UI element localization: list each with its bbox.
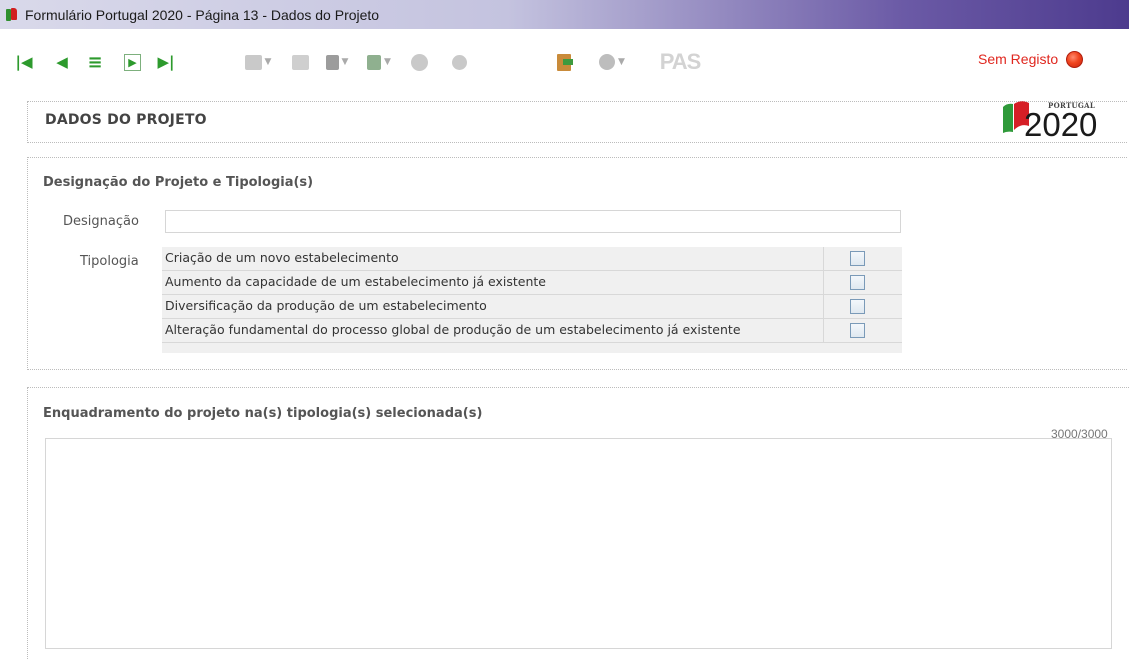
tipologia-checkbox-2[interactable] (850, 275, 865, 290)
validate-icon[interactable] (409, 52, 429, 72)
page-title: DADOS DO PROJETO (45, 112, 207, 128)
tipologia-label-1: Criação de um novo estabelecimento (165, 250, 399, 265)
next-page-icon[interactable]: ▶ (124, 52, 141, 72)
status-indicator-icon (1066, 51, 1083, 68)
previous-page-icon[interactable]: ◀ (55, 52, 69, 72)
settings-icon[interactable]: ▼ (594, 52, 630, 72)
import-icon[interactable]: ▼ (364, 52, 394, 72)
tipologia-checkbox-1[interactable] (850, 251, 865, 266)
export-icon[interactable]: ▼ (322, 52, 352, 72)
save-icon[interactable]: ▼ (243, 52, 273, 72)
tipologia-label-4: Alteração fundamental do processo global… (165, 322, 741, 337)
window-title-bar: Formulário Portugal 2020 - Página 13 - D… (0, 0, 1129, 29)
last-page-icon[interactable]: ▶| (158, 52, 175, 72)
exit-icon[interactable] (554, 52, 574, 72)
registration-status: Sem Registo (978, 51, 1059, 67)
pas-logo: PAS (659, 49, 702, 74)
tipologia-row: Aumento da capacidade de um estabelecime… (162, 271, 902, 295)
enquadramento-section-title: Enquadramento do projeto na(s) tipologia… (43, 406, 483, 421)
window-title: Formulário Portugal 2020 - Página 13 - D… (25, 6, 380, 23)
tipologia-label: Tipologia (80, 254, 139, 269)
logo-year-text: 2020 (1024, 106, 1098, 143)
tipologia-row: Alteração fundamental do processo global… (162, 319, 902, 343)
first-page-icon[interactable]: |◀ (15, 52, 33, 72)
open-folder-icon[interactable] (290, 52, 310, 72)
tipologia-row: Diversificação da produção de um estabel… (162, 295, 902, 319)
designacao-section-title: Designação do Projeto e Tipologia(s) (43, 175, 314, 190)
designacao-label: Designação (63, 214, 139, 229)
portugal-2020-logo: PORTUGAL 2020 (1001, 96, 1127, 143)
toolbar: |◀ ◀ ≡ ▶ ▶| ▼ ▼ ▼ ▼ PAS (0, 42, 1129, 82)
portugal-flag-icon (6, 7, 18, 22)
tipologia-row: Criação de um novo estabelecimento (162, 247, 902, 271)
tipologia-checkbox-3[interactable] (850, 299, 865, 314)
enquadramento-textarea[interactable] (45, 438, 1112, 649)
search-icon[interactable] (449, 52, 469, 72)
tipologia-checkbox-4[interactable] (850, 323, 865, 338)
designacao-input[interactable] (165, 210, 901, 233)
tipologia-label-3: Diversificação da produção de um estabel… (165, 298, 487, 313)
tipologia-label-2: Aumento da capacidade de um estabelecime… (165, 274, 546, 289)
menu-icon[interactable]: ≡ (87, 52, 103, 73)
tipologia-table: Criação de um novo estabelecimento Aumen… (162, 247, 902, 353)
